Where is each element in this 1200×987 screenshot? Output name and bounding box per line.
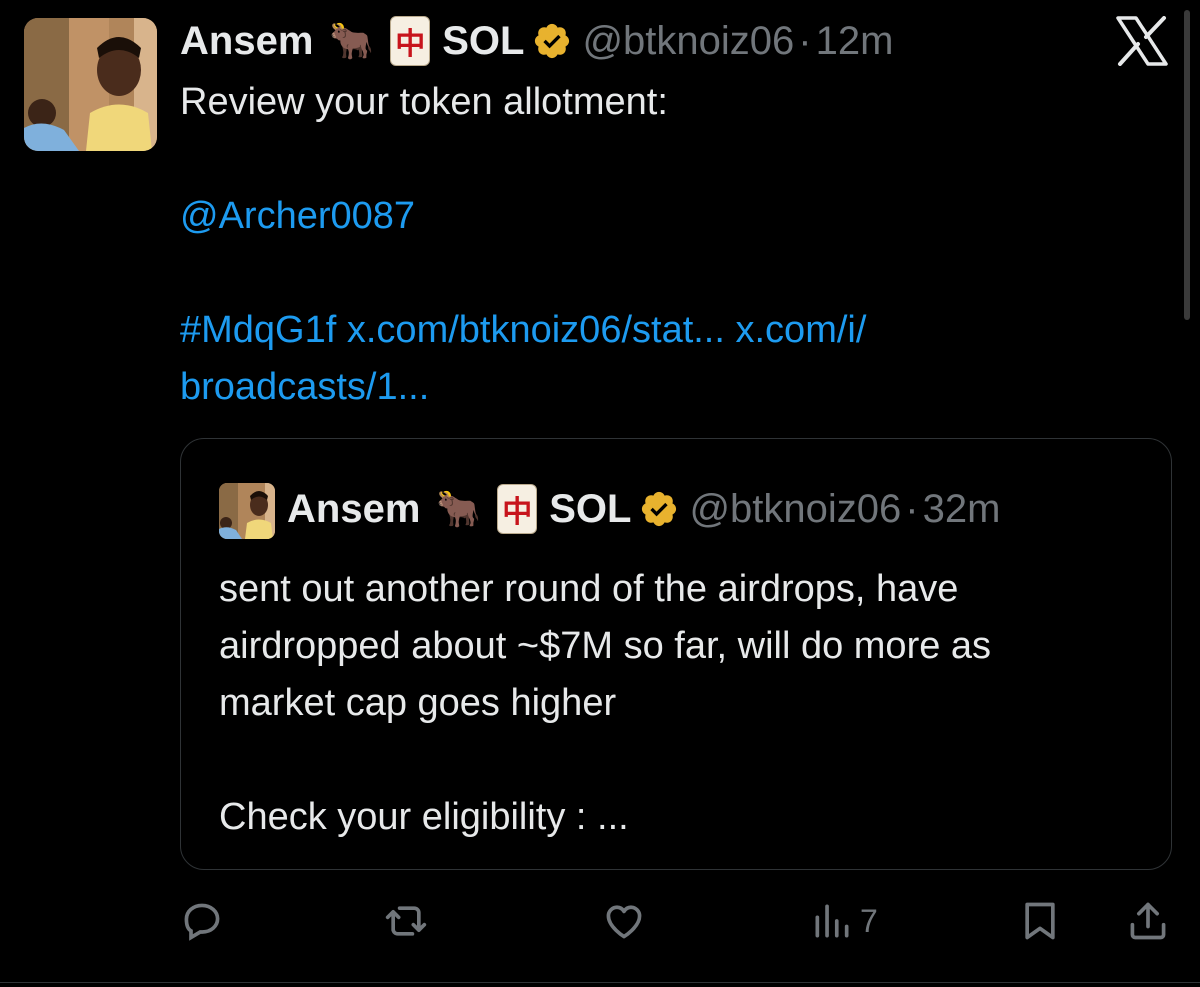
reply-icon [184, 903, 220, 941]
verified-badge-icon[interactable] [532, 21, 572, 61]
quoted-author-avatar[interactable] [219, 483, 275, 539]
views-button[interactable]: 7 [810, 896, 878, 946]
share-icon [1130, 902, 1166, 940]
retweet-button[interactable] [384, 896, 428, 946]
quoted-tweet-card[interactable]: Ansem 🐂 中 SOL @btknoiz06 · 32m sent out … [180, 438, 1172, 870]
broadcast-link-continued[interactable]: broadcasts/1... [180, 366, 429, 408]
author-handle[interactable]: @btknoiz06 [582, 19, 794, 64]
mention-link[interactable]: @Archer0087 [180, 195, 415, 237]
scrollbar[interactable] [1184, 10, 1190, 320]
tweet-action-bar: 7 [180, 896, 1170, 946]
separator-dot: · [905, 486, 919, 531]
share-button[interactable] [1126, 896, 1170, 946]
divider [0, 982, 1200, 983]
separator-dot: · [798, 18, 812, 63]
author-name-suffix[interactable]: SOL [442, 19, 524, 64]
bookmark-icon [1025, 902, 1055, 940]
quoted-tweet-text: sent out another round of the airdrops, … [219, 561, 1149, 846]
quoted-tweet-header: Ansem 🐂 中 SOL @btknoiz06 · 32m [287, 481, 1000, 537]
heart-icon [606, 905, 642, 939]
bookmark-button[interactable] [1018, 896, 1062, 946]
author-name[interactable]: Ansem [180, 19, 313, 64]
analytics-icon [815, 904, 849, 938]
quoted-author-name-suffix[interactable]: SOL [549, 487, 631, 532]
ox-emoji: 🐂 [329, 20, 375, 61]
retweet-icon [385, 906, 427, 936]
mahjong-tile-emoji: 中 [497, 484, 538, 534]
author-avatar[interactable] [24, 18, 157, 151]
tweet-text: Review your token allotment: @Archer0087… [180, 74, 1140, 416]
reply-button[interactable] [180, 896, 224, 946]
ox-emoji: 🐂 [436, 488, 482, 529]
views-count: 7 [860, 902, 878, 939]
quoted-author-name[interactable]: Ansem [287, 487, 420, 532]
verified-badge-icon[interactable] [639, 489, 679, 529]
x-logo-icon [1114, 16, 1170, 66]
broadcast-link[interactable]: x.com/i/ [736, 309, 867, 351]
quoted-text-line: market cap goes higher [219, 682, 617, 724]
quoted-text-line: sent out another round of the airdrops, … [219, 568, 959, 610]
hashtag-link[interactable]: #MdqG1f [180, 309, 336, 351]
tweet-time[interactable]: 12m [816, 19, 894, 64]
like-button[interactable] [602, 896, 646, 946]
tweet-page: Ansem 🐂 中 SOL @btknoiz06 · 12m Review yo… [0, 0, 1200, 987]
tweet-header: Ansem 🐂 中 SOL @btknoiz06 · 12m [180, 14, 893, 68]
status-link[interactable]: x.com/btknoiz06/stat... [347, 309, 725, 351]
mahjong-tile-emoji: 中 [390, 16, 431, 66]
tweet-text-line: Review your token allotment: [180, 81, 668, 123]
quoted-text-line: Check your eligibility : ... [219, 796, 629, 838]
quoted-text-line: airdropped about ~$7M so far, will do mo… [219, 625, 992, 667]
quoted-author-handle[interactable]: @btknoiz06 [689, 487, 901, 532]
quoted-tweet-time[interactable]: 32m [923, 487, 1001, 532]
